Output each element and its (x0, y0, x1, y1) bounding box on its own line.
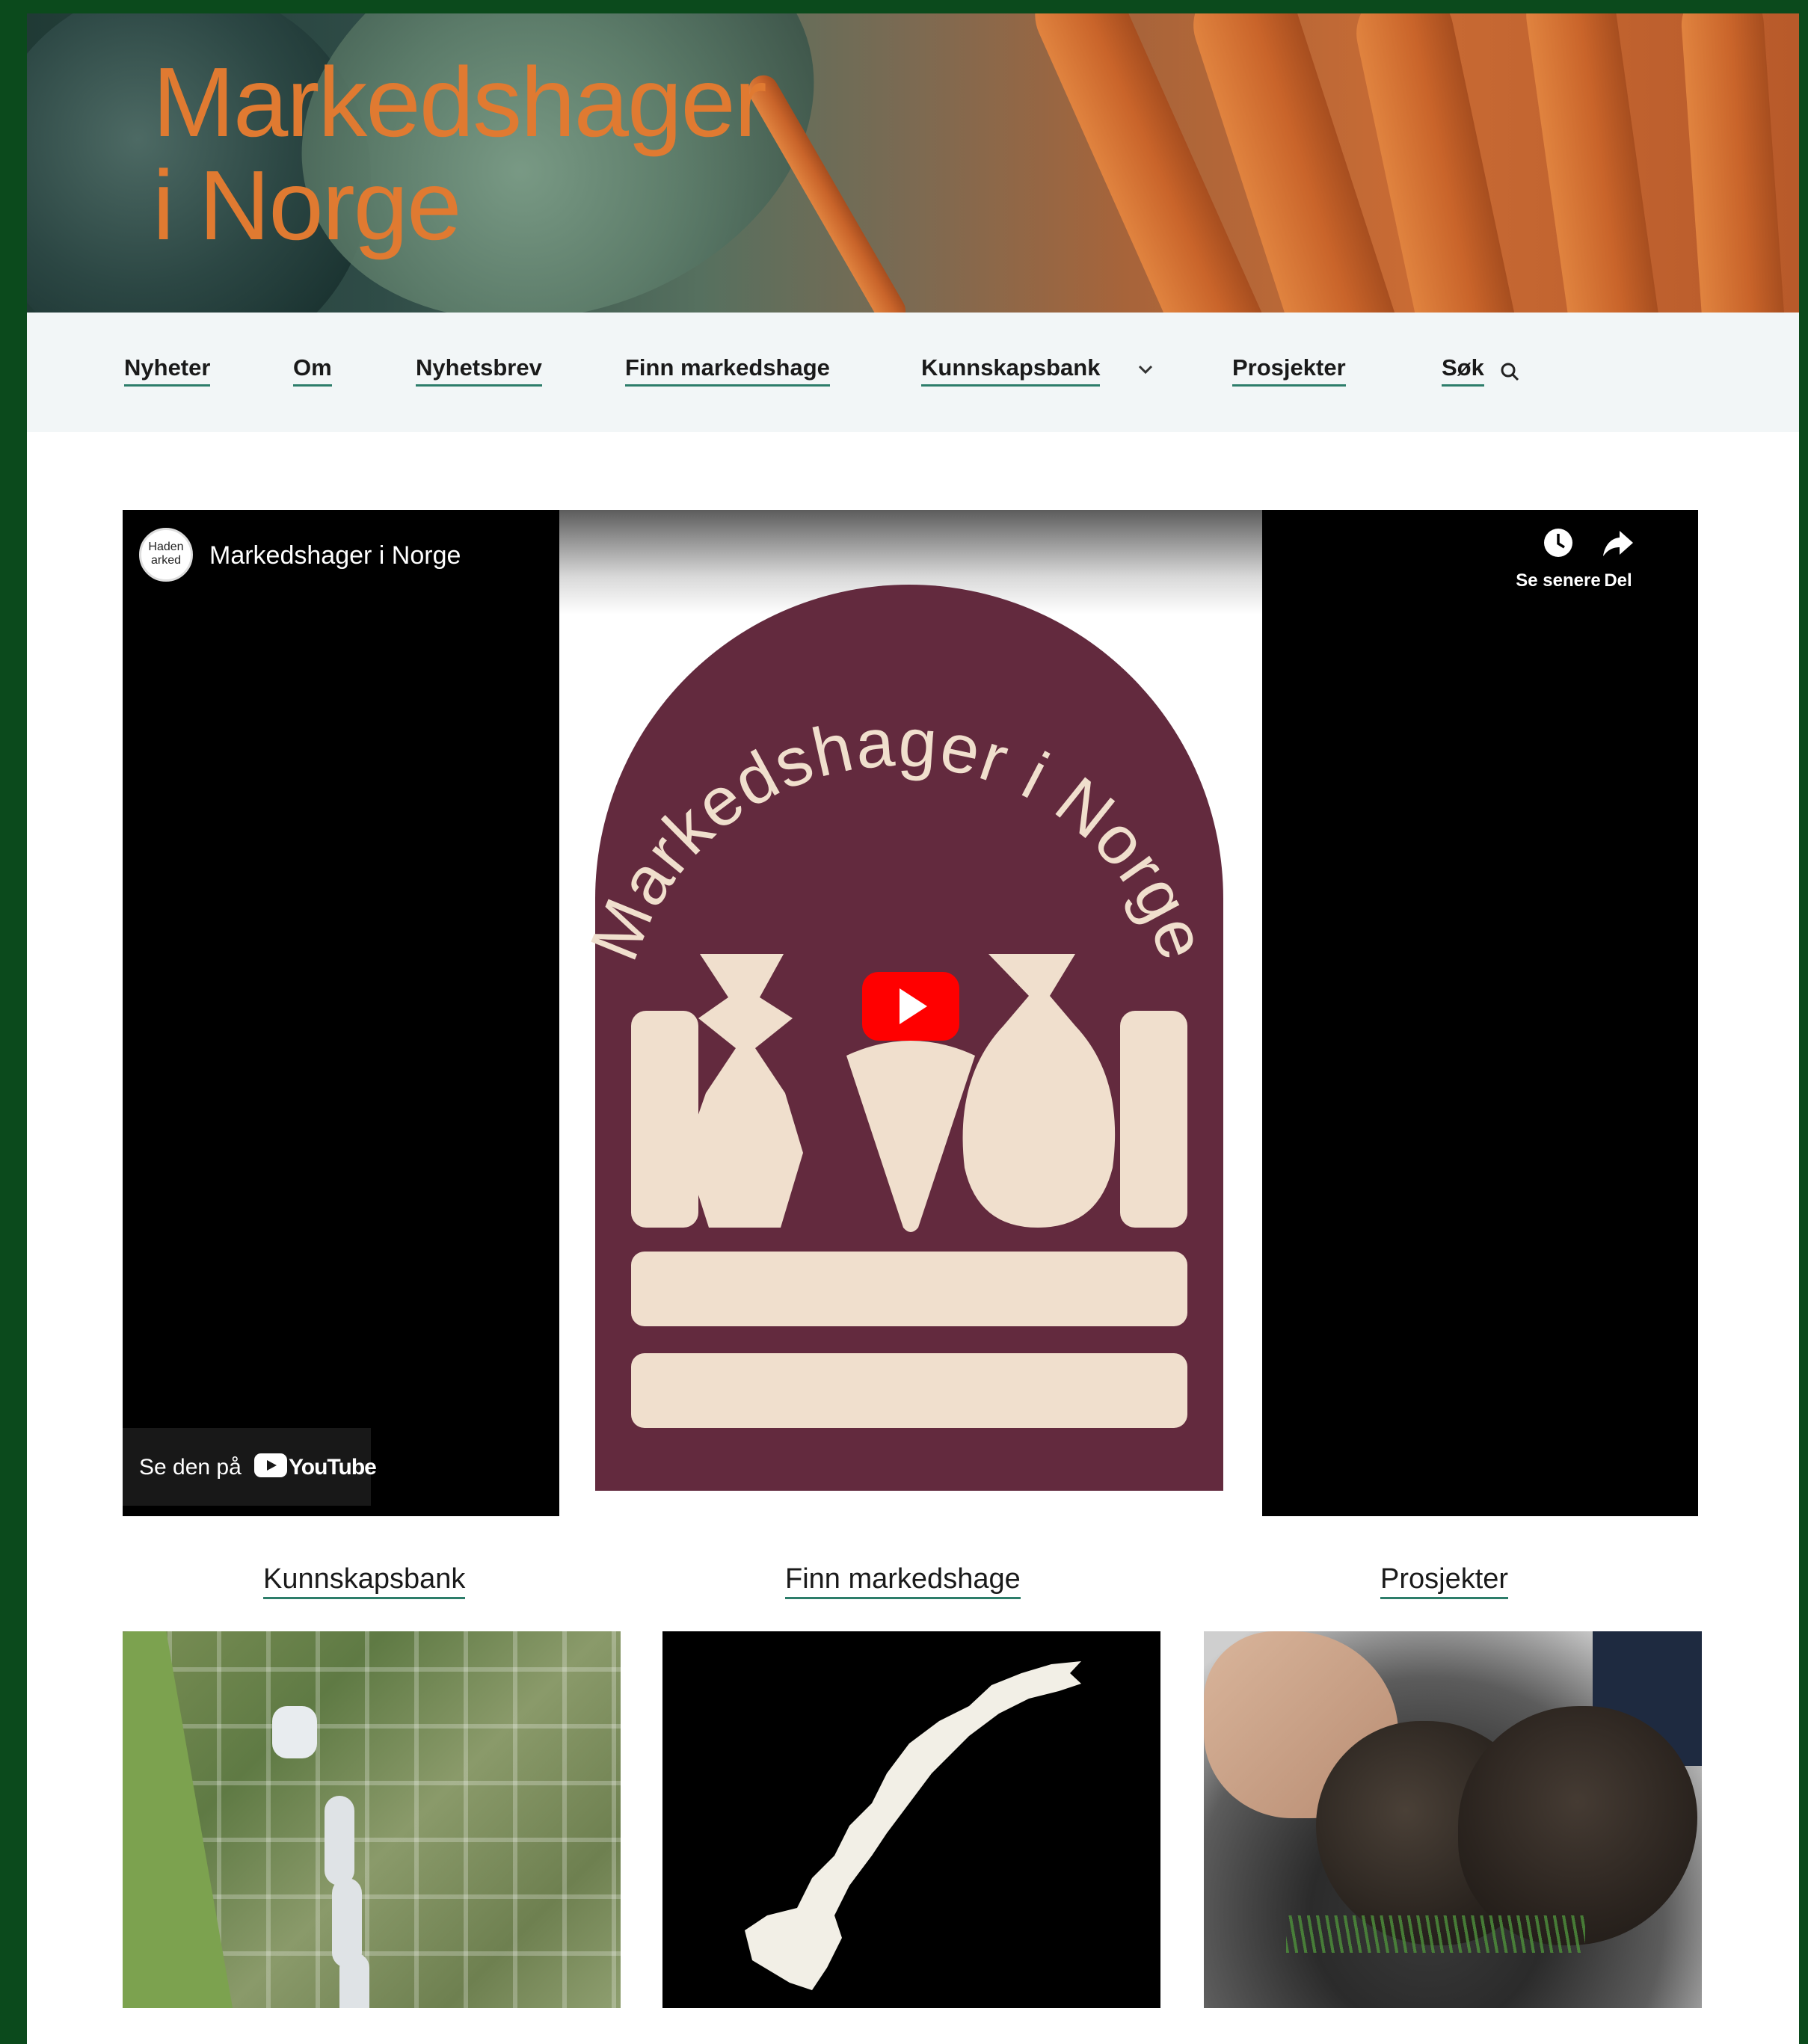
video-embed[interactable]: Markedshager i Norge Haden arked Markeds… (123, 510, 1698, 1516)
site-title-line1: Markedshager (153, 47, 767, 157)
card-title-kunnskapsbank[interactable]: Kunnskapsbank (263, 1563, 466, 1599)
nav-item-nyhetsbrev[interactable]: Nyhetsbrev (416, 354, 542, 387)
card-image-soil-sample[interactable] (1204, 1631, 1702, 2008)
nav-item-om[interactable]: Om (293, 354, 332, 387)
card-image-garden-aerial[interactable] (123, 1631, 621, 2008)
site-title[interactable]: Markedshager i Norge (153, 51, 767, 260)
norway-map-icon (745, 1661, 1081, 1990)
nav-item-nyheter[interactable]: Nyheter (124, 354, 211, 387)
channel-avatar-text: Haden arked (148, 541, 184, 567)
youtube-icon (254, 1453, 287, 1477)
nav-item-prosjekter[interactable]: Prosjekter (1232, 354, 1346, 387)
clock-icon (1544, 529, 1572, 557)
video-title[interactable]: Markedshager i Norge (209, 541, 461, 570)
page: Markedshager i Norge Nyheter Om Nyhetsbr… (27, 13, 1799, 2044)
hero-banner: Markedshager i Norge (27, 13, 1799, 313)
card-title-finn-markedshage[interactable]: Finn markedshage (785, 1563, 1021, 1599)
site-title-line2: i Norge (153, 150, 462, 260)
nav-item-finn-markedshage[interactable]: Finn markedshage (625, 354, 830, 387)
card-image-norway-map[interactable] (662, 1631, 1160, 2008)
nav-item-kunnskapsbank[interactable]: Kunnskapsbank (921, 354, 1101, 387)
share-label: Del (1604, 570, 1632, 591)
main-nav: Nyheter Om Nyhetsbrev Finn markedshage K… (27, 313, 1799, 432)
watch-on-youtube-button[interactable]: Se den på YouTube (123, 1428, 377, 1506)
watch-on-label: Se den på (139, 1455, 242, 1480)
video-thumbnail: Markedshager i Norge (559, 510, 1262, 1516)
chevron-down-icon[interactable] (1137, 360, 1154, 378)
channel-avatar[interactable]: Haden arked (139, 528, 193, 582)
play-icon (862, 972, 959, 1041)
card-title-prosjekter[interactable]: Prosjekter (1380, 1563, 1509, 1599)
youtube-wordmark: YouTube (289, 1455, 377, 1480)
share-button[interactable]: Del (1573, 526, 1663, 591)
share-icon (1603, 531, 1633, 556)
nav-item-sok[interactable]: Søk (1442, 354, 1484, 387)
markedshager-logo: Markedshager i Norge (576, 585, 1223, 1491)
search-icon[interactable] (1498, 360, 1521, 383)
